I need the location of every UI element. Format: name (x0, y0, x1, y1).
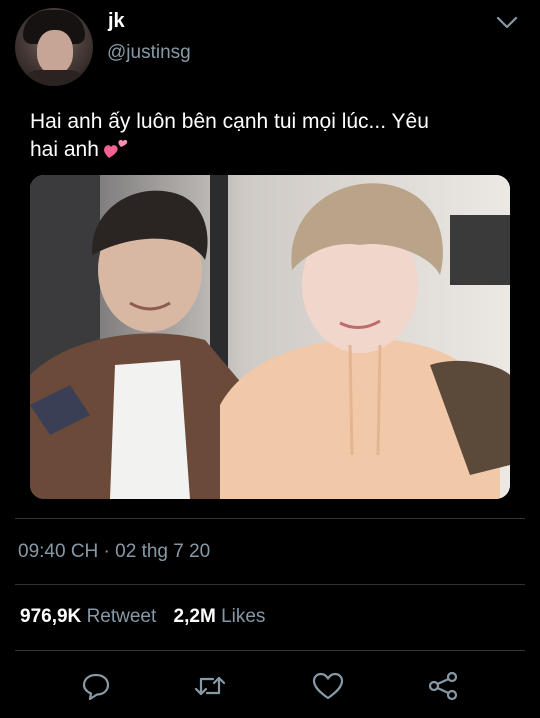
share-icon (428, 671, 458, 701)
tweet-text: Hai anh ấy luôn bên cạnh tui mọi lúc... … (30, 108, 510, 168)
retweet-icon (194, 676, 226, 696)
divider (15, 584, 525, 585)
avatar[interactable] (15, 8, 93, 86)
tweet-menu-button[interactable] (494, 12, 520, 34)
retweet-count[interactable]: 976,9K (20, 606, 81, 627)
photo-two-people (30, 175, 510, 499)
like-icon (312, 672, 344, 700)
tweet-stats: 976,9K Retweet 2,2M Likes (20, 606, 277, 628)
reply-button[interactable] (76, 668, 116, 704)
action-bar (0, 664, 540, 708)
tweet-text-line-2: hai anh (30, 138, 99, 161)
tweet-header: jk @justinsg (0, 0, 540, 96)
retweet-button[interactable] (190, 668, 230, 704)
likes-label[interactable]: Likes (221, 606, 265, 627)
two-hearts-icon (103, 139, 128, 158)
likes-count[interactable]: 2,2M (174, 606, 216, 627)
chevron-down-icon (496, 16, 518, 29)
tweet-photo[interactable] (30, 175, 510, 499)
tweet-timestamp[interactable]: 09:40 CH · 02 thg 7 20 (18, 541, 210, 563)
divider (15, 518, 525, 519)
divider (15, 650, 525, 651)
avatar-shirt (19, 70, 89, 86)
retweet-label[interactable]: Retweet (87, 606, 157, 627)
user-handle[interactable]: @justinsg (107, 42, 191, 64)
avatar-face (37, 30, 73, 74)
reply-icon (82, 673, 110, 700)
display-name[interactable]: jk (108, 10, 125, 33)
share-button[interactable] (423, 668, 463, 704)
like-button[interactable] (308, 668, 348, 704)
tweet-text-line-1: Hai anh ấy luôn bên cạnh tui mọi lúc... … (30, 110, 429, 133)
two-hearts-emoji: 💕 (103, 136, 129, 168)
